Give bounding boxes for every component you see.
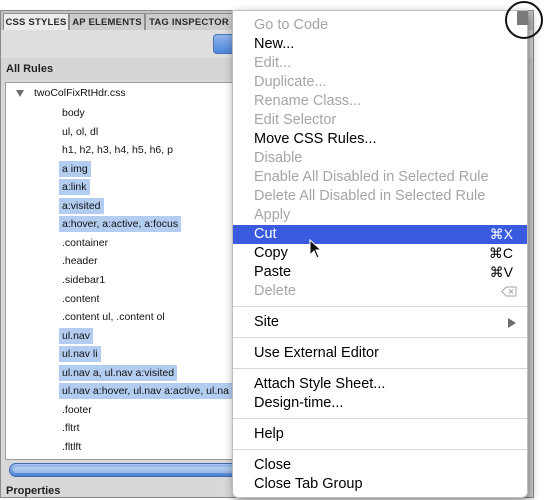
css-rule-item[interactable]: h1, h2, h3, h4, h5, h6, p (59, 142, 176, 158)
menu-item-rename-class[interactable]: Rename Class... (233, 92, 527, 111)
menu-item-label: Rename Class... (254, 93, 362, 109)
menu-shortcut: ⌘C (488, 245, 513, 261)
menu-item-go-to-code[interactable]: Go to Code (233, 16, 527, 35)
menu-shortcut: ⌘V (489, 264, 513, 280)
menu-item-label: Delete (254, 283, 296, 299)
menu-item-label: Paste (254, 264, 292, 280)
css-rule-item[interactable]: a img (59, 160, 91, 177)
tab-css-styles[interactable]: CSS STYLES (3, 13, 69, 31)
menu-item-label: Copy (254, 245, 288, 261)
menu-item-label: Site (254, 314, 279, 330)
disclosure-triangle-icon[interactable] (16, 89, 24, 97)
menu-separator (233, 306, 527, 307)
menu-item-label: Help (254, 426, 284, 442)
css-rule-item[interactable]: body (59, 105, 88, 121)
css-rule-item[interactable]: .fltrt (59, 420, 83, 436)
menu-item-edit-selector[interactable]: Edit Selector (233, 111, 527, 130)
properties-header[interactable]: Properties (6, 485, 60, 497)
menu-item-label: Enable All Disabled in Selected Rule (254, 169, 489, 185)
css-rule-item[interactable]: .content (59, 291, 102, 307)
menu-item-site[interactable]: Site (233, 313, 527, 332)
mouse-pointer-icon (309, 239, 323, 259)
menu-item-delete[interactable]: Delete (233, 282, 527, 301)
css-rule-item[interactable]: a:visited (59, 197, 104, 214)
menu-separator (233, 418, 527, 419)
menu-item-use-external-editor[interactable]: Use External Editor (233, 344, 527, 363)
menu-item-duplicate[interactable]: Duplicate... (233, 73, 527, 92)
menu-item-label: Cut (254, 226, 277, 242)
css-rule-item[interactable]: ul.nav (59, 327, 94, 344)
menu-item-label: New... (254, 36, 295, 52)
menu-item-label: Close Tab Group (254, 476, 363, 492)
css-rule-item[interactable]: ul, ol, dl (59, 124, 101, 140)
menu-item-label: Go to Code (254, 17, 329, 33)
menu-item-close[interactable]: Close (233, 456, 527, 475)
css-rule-item[interactable]: ul.nav a:hover, ul.nav a:active, ul.na (59, 383, 232, 400)
menu-item-apply[interactable]: Apply (233, 206, 527, 225)
menu-item-design-time[interactable]: Design-time... (233, 394, 527, 413)
menu-item-enable-all-disabled-in-selected-rule[interactable]: Enable All Disabled in Selected Rule (233, 168, 527, 187)
stylesheet-node[interactable]: twoColFixRtHdr.css (16, 87, 126, 99)
menu-item-delete-all-disabled-in-selected-rule[interactable]: Delete All Disabled in Selected Rule (233, 187, 527, 206)
css-rule-item[interactable]: ul.nav li (59, 346, 101, 363)
menu-item-label: Apply (254, 207, 291, 223)
menu-item-label: Attach Style Sheet... (254, 376, 386, 392)
menu-item-label: Duplicate... (254, 74, 327, 90)
css-rule-item[interactable]: ul.nav a, ul.nav a:visited (59, 364, 178, 381)
menu-separator (233, 449, 527, 450)
menu-item-paste[interactable]: Paste ⌘V (233, 263, 527, 282)
menu-item-label: Close (254, 457, 292, 473)
css-rule-item[interactable]: .container (59, 235, 111, 251)
panel-options-highlight-circle (505, 1, 543, 39)
menu-item-label: Delete All Disabled in Selected Rule (254, 188, 486, 204)
menu-item-label: Design-time... (254, 395, 344, 411)
stylesheet-name: twoColFixRtHdr.css (34, 87, 126, 99)
delete-key-icon (501, 286, 517, 297)
submenu-arrow-icon (508, 318, 516, 328)
css-rule-item[interactable]: .fltlft (59, 439, 84, 455)
panel-options-icon[interactable] (517, 11, 528, 25)
menu-item-label: Move CSS Rules... (254, 131, 377, 147)
menu-item-label: Use External Editor (254, 345, 379, 361)
css-rule-item[interactable]: .content ul, .content ol (59, 309, 168, 325)
menu-item-attach-style-sheet[interactable]: Attach Style Sheet... (233, 375, 527, 394)
menu-shortcut: ⌘X (489, 226, 513, 242)
menu-separator (233, 337, 527, 338)
menu-item-help[interactable]: Help (233, 425, 527, 444)
menu-item-cut[interactable]: Cut ⌘X (233, 225, 527, 244)
css-rule-item[interactable]: .footer (59, 402, 95, 418)
menu-item-label: Edit... (254, 55, 292, 71)
css-rule-item[interactable]: .clearfloat (59, 457, 111, 459)
menu-item-copy[interactable]: Copy ⌘C (233, 244, 527, 263)
menu-item-edit[interactable]: Edit... (233, 54, 527, 73)
context-menu: Go to Code New... Edit... Duplicate... Renam… (232, 10, 528, 498)
css-rule-item[interactable]: a:link (59, 179, 90, 196)
menu-item-close-tab-group[interactable]: Close Tab Group (233, 475, 527, 494)
css-rule-item[interactable]: .sidebar1 (59, 272, 108, 288)
tab-tag-inspector[interactable]: TAG INSPECTOR (145, 13, 233, 30)
menu-item-disable[interactable]: Disable (233, 149, 527, 168)
tab-ap-elements[interactable]: AP ELEMENTS (69, 13, 145, 30)
menu-item-label: Disable (254, 150, 303, 166)
css-rule-item[interactable]: .header (59, 253, 101, 269)
menu-item-move-css-rules[interactable]: Move CSS Rules... (233, 130, 527, 149)
menu-item-new[interactable]: New... (233, 35, 527, 54)
menu-separator (233, 368, 527, 369)
css-rule-item[interactable]: a:hover, a:active, a:focus (59, 216, 182, 233)
menu-item-label: Edit Selector (254, 112, 337, 128)
